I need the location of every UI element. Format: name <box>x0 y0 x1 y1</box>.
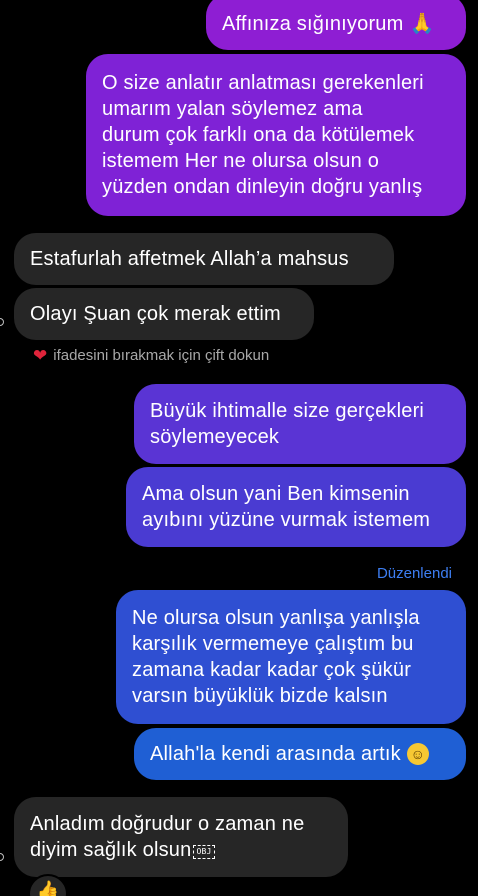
smile-emoji-icon: ☺ <box>406 743 429 765</box>
pray-emoji-icon: 🙏 <box>409 13 435 35</box>
message-text: Ama olsun yani Ben kimsenin ayıbını yüzü… <box>142 483 431 531</box>
object-placeholder: OBJ <box>193 845 215 859</box>
edited-label: Düzenlendi <box>376 565 452 582</box>
reaction-hint-text: ifadesini bırakmak için çift dokun <box>53 347 270 364</box>
message-bubble-outgoing[interactable]: Büyük ihtimalle size gerçekleri söylemey… <box>134 384 466 464</box>
message-bubble-outgoing[interactable]: Allah'la kendi arasında artık ☺ <box>134 728 466 780</box>
avatar-edge <box>0 318 4 326</box>
message-bubble-outgoing[interactable]: O size anlatır anlatması gerekenleri uma… <box>86 54 466 216</box>
heart-icon: ❤ <box>33 346 48 365</box>
message-bubble-incoming[interactable]: Olayı Şuan çok merak ettim <box>14 288 314 340</box>
message-text: O size anlatır anlatması gerekenleri uma… <box>102 72 424 198</box>
message-bubble-outgoing[interactable]: Affınıza sığınıyorum 🙏 <box>206 0 466 50</box>
message-bubble-incoming[interactable]: Estafurlah affetmek Allah’a mahsus <box>14 233 394 285</box>
reaction-glyph: 👍 <box>36 880 60 896</box>
thumbs-up-icon[interactable]: 👍 <box>28 874 68 896</box>
message-text: Büyük ihtimalle size gerçekleri söylemey… <box>150 400 425 448</box>
message-text: Ne olursa olsun yanlışa yanlışla karşılı… <box>132 607 420 707</box>
message-text: Anladım doğrudur o zaman ne diyim sağlık… <box>30 813 305 861</box>
avatar-edge <box>0 853 4 861</box>
message-text: Estafurlah affetmek Allah’a mahsus <box>30 248 349 270</box>
message-text: Affınıza sığınıyorum <box>222 13 404 35</box>
message-bubble-outgoing[interactable]: Ama olsun yani Ben kimsenin ayıbını yüzü… <box>126 467 466 547</box>
message-text: Allah'la kendi arasında artık <box>150 743 401 765</box>
message-bubble-incoming[interactable]: Anladım doğrudur o zaman ne diyim sağlık… <box>14 797 348 877</box>
message-text: Olayı Şuan çok merak ettim <box>30 303 281 325</box>
reaction-hint: ❤ ifadesini bırakmak için çift dokun <box>33 347 269 364</box>
message-bubble-outgoing[interactable]: Ne olursa olsun yanlışa yanlışla karşılı… <box>116 590 466 724</box>
